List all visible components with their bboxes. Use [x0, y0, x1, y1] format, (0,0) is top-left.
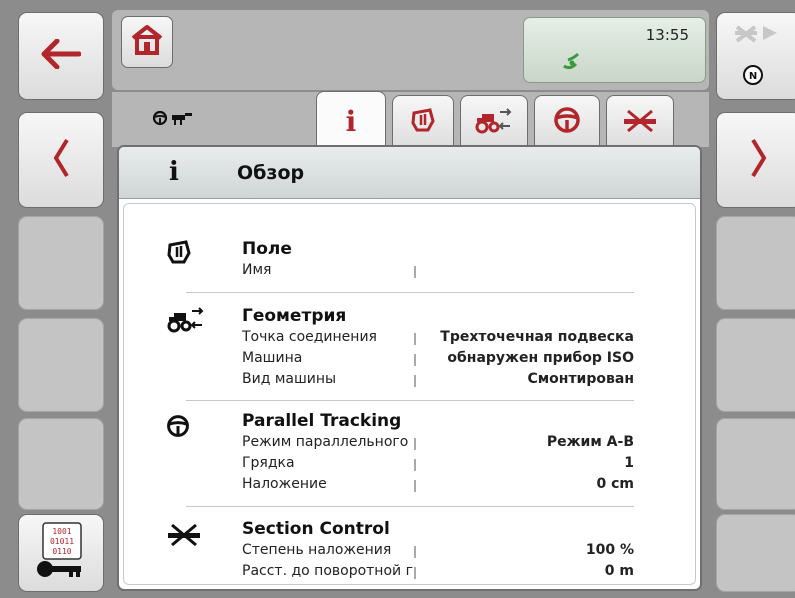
arrow-left-icon	[41, 38, 82, 73]
previous-button[interactable]	[18, 112, 104, 208]
info-icon-header: i	[169, 157, 179, 187]
main-panel: i Обзор Поле Имя Геометрия Точка соедине…	[117, 145, 702, 591]
steering-wheel-small-icon	[152, 110, 168, 130]
section-geometry[interactable]: Геометрия Точка соединения Трехточечная …	[124, 293, 695, 401]
tab-section-control[interactable]	[606, 95, 674, 147]
row-separator	[414, 546, 416, 558]
section-control-row: Степень наложения 100 %	[242, 542, 634, 563]
tab-geometry[interactable]	[460, 95, 528, 147]
home-button[interactable]	[121, 16, 173, 68]
geometry-row: Вид машины Смонтирован	[242, 371, 634, 392]
gps-signal-icon	[562, 52, 584, 76]
svg-text:1001: 1001	[52, 527, 71, 536]
panel-header: i Обзор	[119, 147, 700, 199]
tracking-row: Режим параллельного Режим A-B	[242, 434, 634, 455]
row-label: Режим параллельного	[242, 434, 409, 450]
row-separator	[414, 375, 416, 387]
row-label: Степень наложения	[242, 542, 392, 558]
clock-time: 13:55	[645, 26, 689, 44]
empty-softkey-right-4	[716, 318, 795, 412]
row-separator	[414, 333, 416, 345]
row-separator	[414, 480, 416, 492]
info-icon: i	[345, 105, 357, 138]
steering-wheel-icon	[166, 414, 190, 442]
empty-softkey-left-3	[18, 216, 104, 310]
tracking-row: Наложение 0 cm	[242, 476, 634, 497]
empty-softkey-left-5	[18, 418, 104, 510]
back-button[interactable]	[18, 12, 104, 100]
compass-letter: N	[749, 71, 757, 82]
row-value: Смонтирован	[527, 371, 634, 387]
tab-overview[interactable]: i	[316, 91, 386, 151]
row-separator	[414, 354, 416, 366]
row-value: Режим A-B	[546, 434, 634, 450]
chevron-left-icon	[51, 138, 71, 182]
section-section-control[interactable]: Section Control Степень наложения 100 % …	[124, 507, 695, 585]
chevron-right-icon	[749, 138, 769, 182]
next-button[interactable]	[716, 112, 795, 208]
license-key-button[interactable]: 1001 01011 0110	[18, 514, 104, 592]
row-label: Расст. до поворотной г	[242, 563, 413, 579]
home-icon	[130, 24, 164, 60]
geometry-tractor-icon	[474, 106, 514, 138]
field-icon	[166, 239, 192, 269]
tab-parallel-tracking[interactable]	[534, 95, 600, 147]
row-value: 1	[624, 455, 634, 471]
section-title: Parallel Tracking	[242, 411, 402, 431]
empty-softkey-right-5	[716, 418, 795, 510]
page-title: Обзор	[237, 162, 305, 184]
field-name-row: Имя	[242, 262, 634, 283]
section-title: Геометрия	[242, 306, 347, 326]
row-value: Трехточечная подвеска	[440, 329, 634, 345]
empty-softkey-right-6	[716, 514, 795, 592]
row-value: 100 %	[585, 542, 634, 558]
row-label: Машина	[242, 350, 303, 366]
row-separator	[414, 438, 416, 450]
row-label: Наложение	[242, 476, 327, 492]
tab-field[interactable]	[392, 95, 454, 147]
svg-text:0110: 0110	[52, 547, 71, 556]
section-control-icon	[622, 107, 658, 137]
section-parallel-tracking[interactable]: Parallel Tracking Режим параллельного Ре…	[124, 401, 695, 507]
row-value: обнаружен прибор ISO	[447, 350, 634, 366]
row-separator	[414, 459, 416, 471]
navigation-button[interactable]: N	[716, 12, 795, 100]
row-label: Точка соединения	[242, 329, 377, 345]
implement-small-icon	[171, 111, 193, 130]
geometry-tractor-icon	[166, 305, 206, 337]
binary-key-icon: 1001 01011 0110	[33, 521, 89, 585]
section-field[interactable]: Поле Имя	[124, 204, 695, 292]
empty-softkey-right-3	[716, 216, 795, 310]
compass-n-icon: N	[729, 19, 789, 93]
overview-list: Поле Имя Геометрия Точка соединения Трех…	[123, 203, 696, 585]
svg-text:01011: 01011	[50, 537, 74, 546]
geometry-row: Точка соединения Трехточечная подвеска	[242, 329, 634, 350]
row-label: Грядка	[242, 455, 295, 471]
tracking-row: Грядка 1	[242, 455, 634, 476]
row-label: Имя	[242, 262, 272, 278]
section-control-row: Расст. до поворотной г 0 m	[242, 563, 634, 584]
section-title: Поле	[242, 239, 292, 259]
section-control-icon	[166, 521, 202, 551]
section-title: Section Control	[242, 519, 390, 539]
row-label: Вид машины	[242, 371, 337, 387]
empty-softkey-left-4	[18, 318, 104, 412]
field-icon	[410, 107, 436, 137]
status-display: 13:55	[523, 17, 706, 83]
row-value: 0 cm	[596, 476, 634, 492]
steering-wheel-icon	[553, 106, 581, 138]
row-value: 0 m	[604, 563, 634, 579]
row-separator	[414, 567, 416, 579]
machine-indicator	[152, 110, 193, 130]
row-separator	[414, 266, 416, 278]
geometry-row: Машина обнаружен прибор ISO	[242, 350, 634, 371]
